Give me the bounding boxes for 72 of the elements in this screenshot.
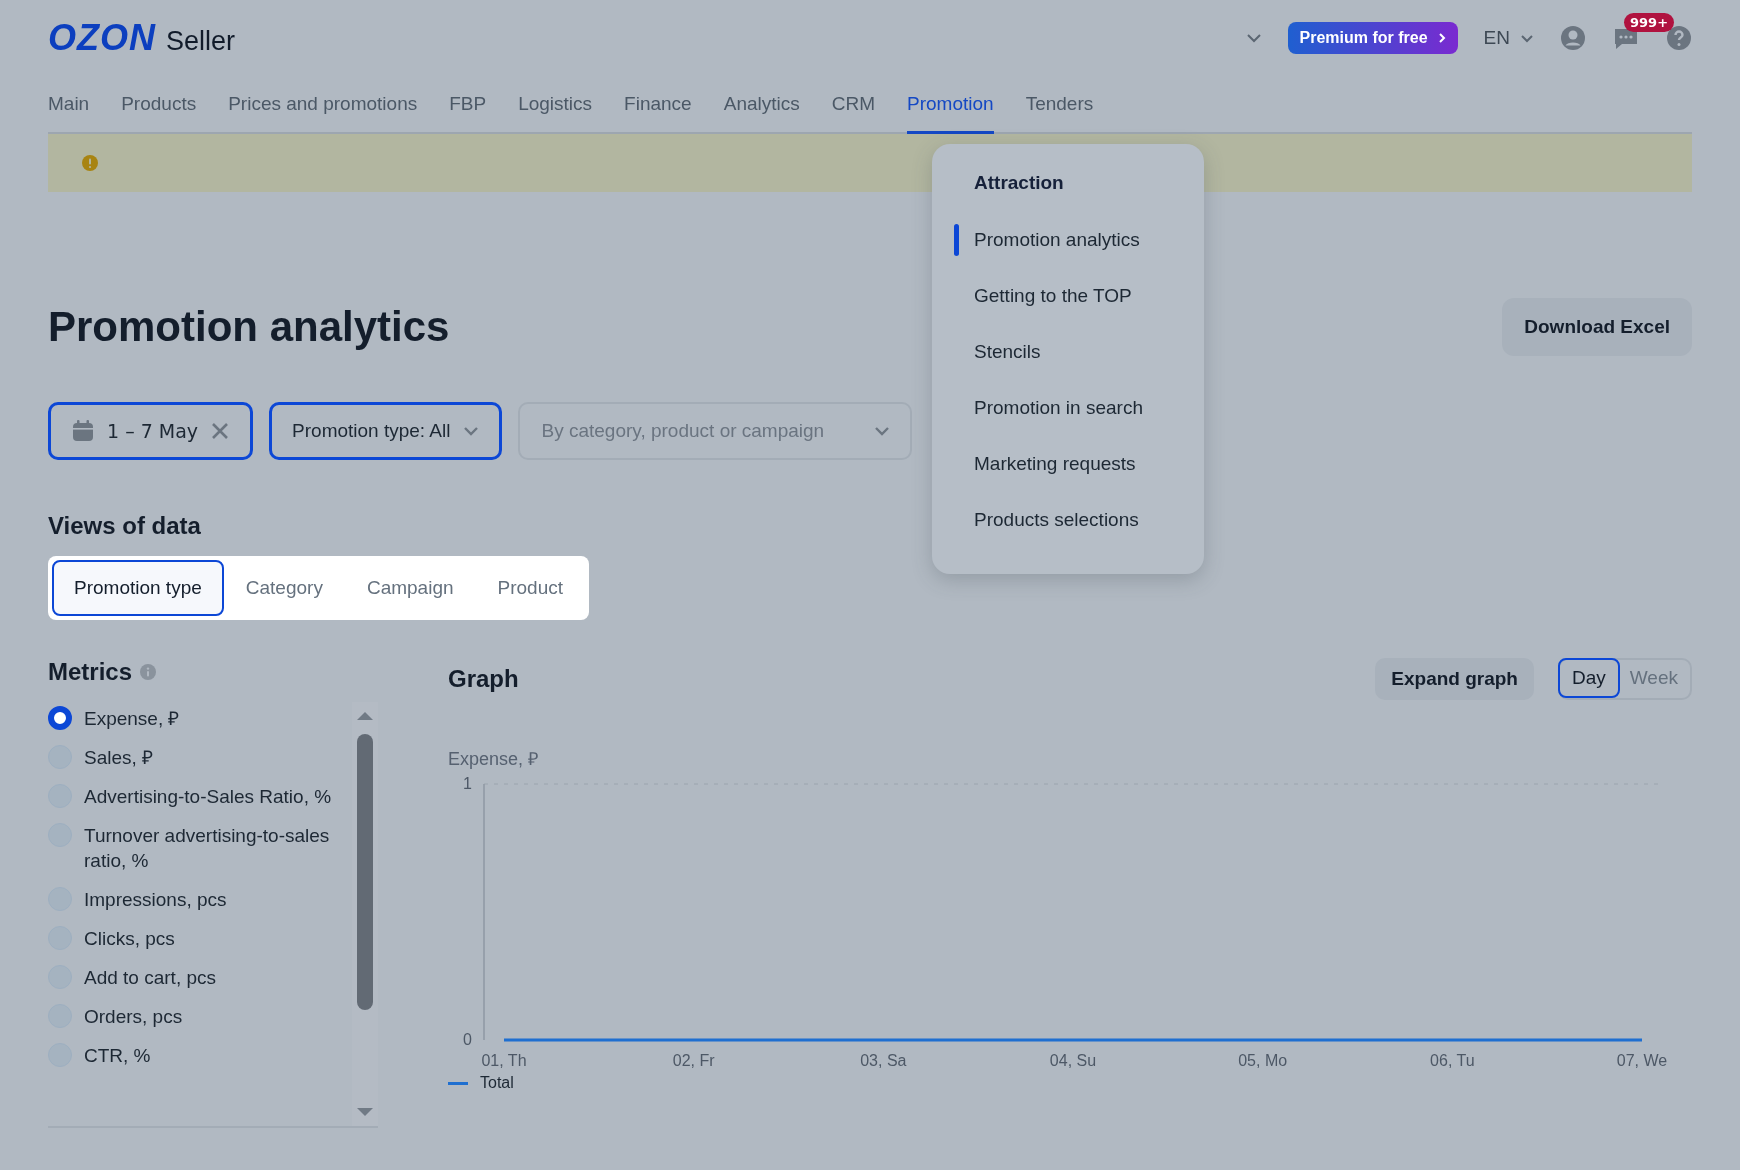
close-icon[interactable] [210, 421, 231, 441]
info-icon[interactable] [140, 664, 157, 680]
view-tab[interactable]: Promotion type [52, 560, 224, 616]
scroll-down-icon[interactable] [357, 1108, 373, 1118]
x-tick-label: 01, Th [481, 1052, 527, 1069]
chevron-down-icon [1521, 34, 1533, 42]
notification-badge: 999+ [1624, 13, 1675, 32]
warning-icon [82, 155, 98, 171]
x-tick-label: 05, Mo [1238, 1052, 1288, 1069]
metric-option[interactable]: Expense, ₽ [48, 706, 352, 731]
page-title: Promotion analytics [48, 303, 450, 351]
nav-tab[interactable]: Main [48, 76, 90, 134]
search-input[interactable]: By category, product or campaign [539, 419, 862, 443]
menu-item[interactable]: Products selections [932, 492, 1204, 548]
menu-item[interactable]: Marketing requests [932, 436, 1204, 492]
nav-tab[interactable]: Logistics [518, 76, 593, 134]
chevron-down-icon[interactable] [873, 426, 890, 436]
promotion-type-dropdown[interactable]: Promotion type: All [269, 402, 502, 460]
nav-tab[interactable]: Prices and promotions [228, 76, 418, 134]
nav-tab[interactable]: Finance [624, 76, 692, 134]
chevron-right-icon [1438, 33, 1445, 43]
view-tab[interactable]: Category [223, 560, 345, 616]
menu-item[interactable]: Stencils [932, 324, 1204, 380]
section-heading: Graph [448, 665, 519, 693]
y-tick-label: 0 [463, 1031, 472, 1048]
section-heading: Metrics [48, 658, 133, 686]
radio-button[interactable] [48, 706, 72, 730]
chevron-down-icon[interactable] [1245, 33, 1262, 43]
x-tick-label: 04, Su [1049, 1052, 1097, 1069]
metric-option[interactable]: CTR, % [48, 1043, 352, 1068]
metric-option[interactable]: Sales, ₽ [48, 745, 352, 770]
scroll-up-icon[interactable] [357, 710, 373, 720]
nav-tab[interactable]: CRM [831, 76, 875, 134]
language-selector[interactable]: EN [1483, 27, 1534, 49]
period-tab[interactable]: Day [1557, 658, 1620, 698]
nav-tab[interactable]: Analytics [723, 76, 800, 134]
calendar-icon [71, 419, 95, 443]
user-icon[interactable] [1560, 25, 1586, 51]
metric-option[interactable]: Add to cart, pcs [48, 965, 352, 990]
x-tick-label: 03, Sa [860, 1052, 907, 1069]
x-tick-label: 06, Tu [1430, 1052, 1475, 1069]
help-icon[interactable] [1666, 25, 1692, 51]
seller-label: Seller [166, 26, 236, 57]
view-tab[interactable]: Product [475, 560, 585, 616]
axis-label: Expense, ₽ [448, 748, 540, 770]
menu-heading: Attraction [973, 172, 1065, 195]
ozon-logo[interactable]: OZON [48, 17, 156, 59]
y-tick-label: 1 [463, 775, 472, 792]
scrollbar-thumb[interactable] [357, 734, 373, 1010]
nav-tab[interactable]: Products [121, 76, 197, 134]
metric-option[interactable]: Advertising-to-Sales Ratio, % [48, 784, 352, 809]
premium-button[interactable]: Premium for free [1287, 22, 1458, 54]
x-tick-label: 07, We [1616, 1052, 1668, 1069]
metric-option[interactable]: Turnover advertising-to-sales ratio, % [48, 823, 352, 873]
metric-option[interactable]: Orders, pcs [48, 1004, 352, 1029]
menu-item[interactable]: Promotion in search [932, 380, 1204, 436]
legend-label: Total [480, 1074, 514, 1092]
menu-item[interactable]: Promotion analytics [932, 212, 1204, 268]
date-range: 1 – 7 May [107, 420, 199, 442]
nav-tab[interactable]: FBP [449, 76, 487, 134]
download-excel-button[interactable]: Download Excel [1502, 298, 1692, 356]
section-heading: Views of data [48, 512, 201, 540]
menu-item[interactable]: Getting to the TOP [932, 268, 1204, 324]
x-tick-label: 02, Fr [672, 1052, 715, 1069]
date-filter[interactable]: 1 – 7 May [48, 402, 254, 460]
search-field[interactable]: By category, product or campaign [517, 402, 912, 460]
metric-option[interactable]: Impressions, pcs [48, 887, 352, 912]
view-tab[interactable]: Campaign [344, 560, 476, 616]
expand-graph-button[interactable]: Expand graph [1375, 658, 1534, 700]
nav-tab[interactable]: Tenders [1025, 76, 1094, 134]
chevron-down-icon [463, 427, 478, 436]
metric-option[interactable]: Clicks, pcs [48, 926, 352, 951]
